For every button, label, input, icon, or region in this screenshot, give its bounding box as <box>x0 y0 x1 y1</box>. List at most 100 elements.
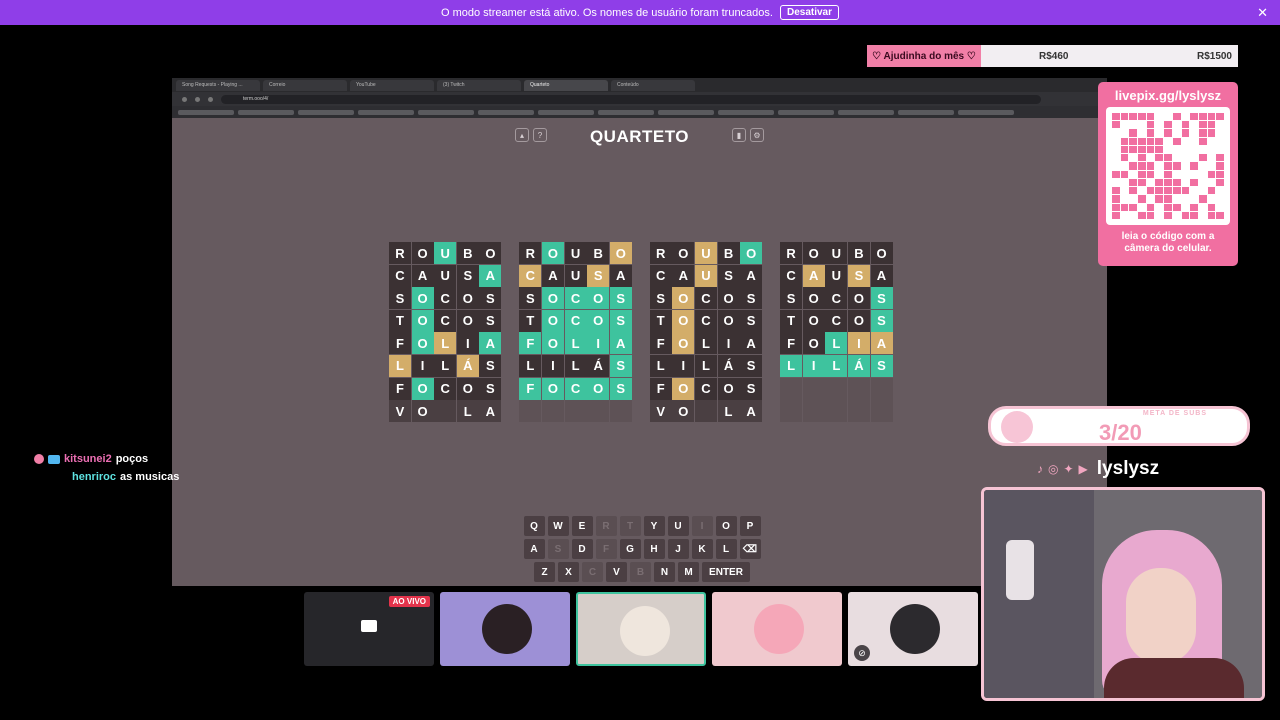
browser-tab[interactable]: Song Requests - Playing ... <box>176 79 260 91</box>
qr-module <box>1146 154 1155 162</box>
letter-tile: I <box>802 354 825 377</box>
backspace-key[interactable]: ⌫ <box>739 539 761 559</box>
settings-icon[interactable]: ⚙ <box>750 128 764 142</box>
key-f[interactable]: F <box>595 539 617 559</box>
qr-module <box>1129 170 1138 178</box>
qr-module <box>1190 154 1198 162</box>
key-v[interactable]: V <box>606 562 627 582</box>
address-bar[interactable]: term.ooo/4/ <box>221 94 1041 104</box>
letter-tile: U <box>825 264 848 287</box>
key-u[interactable]: U <box>667 516 689 536</box>
letter-tile: O <box>411 377 434 400</box>
letter-tile <box>870 377 893 400</box>
qr-module <box>1172 211 1181 219</box>
qr-caption: leia o código com a câmera do celular. <box>1121 231 1215 254</box>
letter-tile <box>609 400 632 423</box>
qr-module <box>1112 137 1120 145</box>
tiktok-icon: ♪ <box>1037 462 1043 476</box>
qr-module <box>1198 137 1207 145</box>
browser-tab[interactable]: (3) Twitch <box>437 79 521 91</box>
letter-tile: F <box>519 332 542 355</box>
participant-tile[interactable] <box>576 592 706 666</box>
key-z[interactable]: Z <box>534 562 555 582</box>
key-w[interactable]: W <box>547 516 569 536</box>
browser-tab[interactable]: Correio <box>263 79 347 91</box>
letter-tile: R <box>780 242 803 264</box>
letter-tile: O <box>541 287 564 310</box>
letter-tile: C <box>434 309 457 332</box>
letter-tile: O <box>672 377 695 400</box>
stats-icon[interactable]: ▮ <box>732 128 746 142</box>
browser-tab[interactable]: YouTube <box>350 79 434 91</box>
qr-module <box>1207 162 1216 170</box>
forward-icon[interactable] <box>195 96 200 102</box>
qr-module <box>1190 178 1198 187</box>
avatar <box>620 606 670 656</box>
qr-module <box>1112 154 1120 162</box>
letter-tile: O <box>411 309 434 332</box>
participant-tile[interactable]: ⊘ <box>848 592 978 666</box>
enter-key[interactable]: ENTER <box>702 562 750 582</box>
disable-button[interactable]: Desativar <box>779 5 839 20</box>
key-b[interactable]: B <box>630 562 651 582</box>
key-g[interactable]: G <box>619 539 641 559</box>
key-l[interactable]: L <box>715 539 737 559</box>
browser-tab[interactable]: Conteúdo <box>611 79 695 91</box>
letter-tile: O <box>541 309 564 332</box>
back-icon[interactable] <box>182 96 187 102</box>
reload-icon[interactable] <box>208 96 213 102</box>
key-y[interactable]: Y <box>643 516 665 536</box>
qr-module <box>1138 203 1146 211</box>
qr-module <box>1155 178 1164 187</box>
letter-tile: L <box>825 332 848 355</box>
qr-module <box>1112 178 1120 187</box>
letter-tile: S <box>780 287 803 310</box>
letter-tile: Á <box>847 354 870 377</box>
letter-tile: C <box>694 287 717 310</box>
key-n[interactable]: N <box>654 562 675 582</box>
letter-tile: F <box>519 377 542 400</box>
letter-tile: L <box>694 332 717 355</box>
browser-tabs: Song Requests - Playing ... Correio YouTub… <box>172 78 1107 92</box>
qr-module <box>1207 113 1216 121</box>
letter-tile: O <box>717 309 740 332</box>
browser-tab[interactable]: Quarteto <box>524 79 608 91</box>
qr-module <box>1172 121 1181 129</box>
key-q[interactable]: Q <box>523 516 545 536</box>
qr-module <box>1172 187 1181 195</box>
key-e[interactable]: E <box>571 516 593 536</box>
close-icon[interactable]: ✕ <box>1257 5 1268 21</box>
letter-tile: F <box>389 332 411 355</box>
qr-module <box>1190 203 1198 211</box>
banner-message: O modo streamer está ativo. Os nomes de … <box>440 6 773 19</box>
key-k[interactable]: K <box>691 539 713 559</box>
key-h[interactable]: H <box>643 539 665 559</box>
key-p[interactable]: P <box>739 516 761 536</box>
qr-module <box>1138 145 1146 154</box>
participant-tile[interactable] <box>712 592 842 666</box>
qr-module <box>1120 162 1129 170</box>
monthly-goal-bar: ♡ Ajudinha do mês ♡ R$460 R$1500 <box>867 45 1238 67</box>
qr-module <box>1198 195 1207 203</box>
key-d[interactable]: D <box>571 539 593 559</box>
key-s[interactable]: S <box>547 539 569 559</box>
participant-tile[interactable] <box>440 592 570 666</box>
key-m[interactable]: M <box>678 562 699 582</box>
key-x[interactable]: X <box>558 562 579 582</box>
qr-code <box>1106 107 1230 225</box>
qr-module <box>1146 187 1155 195</box>
key-r[interactable]: R <box>595 516 617 536</box>
letter-tile: S <box>519 287 542 310</box>
qr-module <box>1172 145 1181 154</box>
qr-module <box>1164 178 1172 187</box>
key-j[interactable]: J <box>667 539 689 559</box>
qr-module <box>1146 113 1155 121</box>
qr-module <box>1181 137 1190 145</box>
screen-share-tile[interactable]: AO VIVO <box>304 592 434 666</box>
key-a[interactable]: A <box>523 539 545 559</box>
key-i[interactable]: I <box>691 516 713 536</box>
key-c[interactable]: C <box>582 562 603 582</box>
key-t[interactable]: T <box>619 516 641 536</box>
key-o[interactable]: O <box>715 516 737 536</box>
letter-tile: S <box>609 287 632 310</box>
